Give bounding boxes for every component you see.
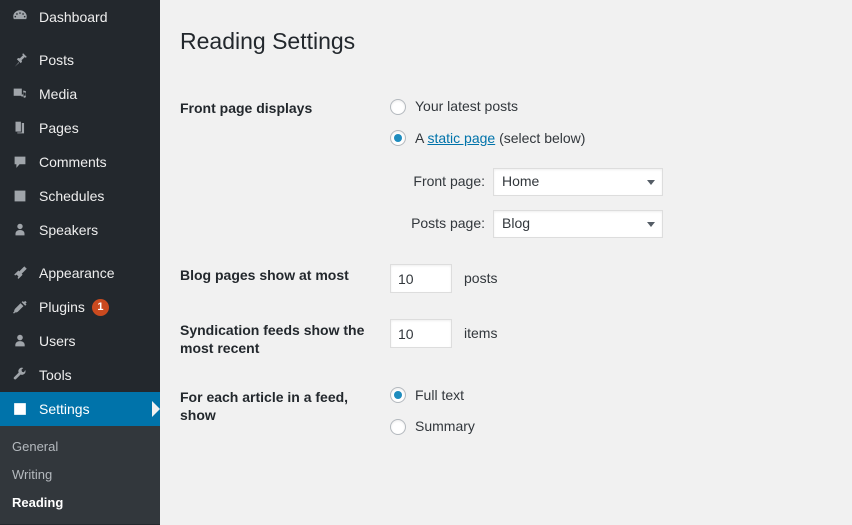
plugins-update-badge: 1: [91, 298, 109, 316]
radio-row-latest-posts[interactable]: Your latest posts: [390, 97, 830, 117]
sidebar-item-comments[interactable]: Comments: [0, 145, 160, 179]
sidebar-item-label: Dashboard: [39, 9, 108, 25]
chevron-down-icon: [647, 221, 655, 227]
sidebar-item-label: Speakers: [39, 222, 99, 238]
sidebar-item-label: Pages: [39, 120, 79, 136]
page-title: Reading Settings: [180, 28, 356, 54]
static-page-suffix: (select below): [495, 129, 586, 146]
radio-summary[interactable]: [390, 418, 406, 435]
form-row-article-feed: For each article in a feed, show Full te…: [180, 373, 840, 450]
article-feed-label: For each article in a feed, show: [180, 388, 349, 423]
static-page-link[interactable]: static page: [427, 130, 495, 146]
radio-latest-posts[interactable]: [390, 98, 406, 115]
syndication-unit: items: [464, 324, 498, 341]
sidebar-item-label: Users: [39, 333, 76, 349]
radio-static-page-label[interactable]: A static page (select below): [415, 129, 585, 149]
syndication-label: Syndication feeds show the most recent: [180, 322, 365, 357]
radio-static-page[interactable]: [390, 130, 406, 147]
posts-page-select-label: Posts page:: [411, 215, 485, 232]
sidebar-item-speakers[interactable]: Speakers: [0, 213, 160, 247]
pin-icon: [10, 50, 30, 70]
blog-pages-label: Blog pages show at most: [180, 267, 349, 284]
sidebar-item-label: Tools: [39, 367, 72, 383]
sidebar-item-media[interactable]: Media: [0, 77, 160, 111]
blog-pages-row: posts: [390, 264, 830, 294]
sliders-icon: [10, 399, 30, 419]
sidebar-item-dashboard[interactable]: Dashboard: [0, 0, 160, 34]
wordpress-admin: Dashboard Posts Media Pages Comments Sch…: [0, 0, 852, 525]
sidebar-item-plugins[interactable]: Plugins 1: [0, 290, 160, 324]
front-page-displays-controls: Your latest posts A static page (select …: [390, 84, 840, 251]
radio-row-static-page[interactable]: A static page (select below): [390, 129, 830, 149]
radio-latest-posts-label[interactable]: Your latest posts: [415, 97, 518, 117]
comment-icon: [10, 152, 30, 172]
blog-pages-controls: posts: [390, 251, 840, 306]
media-icon: [10, 84, 30, 104]
wrench-icon: [10, 365, 30, 385]
sidebar-item-posts[interactable]: Posts: [0, 43, 160, 77]
sidebar-menu: Dashboard Posts Media Pages Comments Sch…: [0, 0, 160, 426]
pages-icon: [10, 118, 30, 138]
front-page-displays-label: Front page displays: [180, 100, 313, 116]
plug-icon: [10, 297, 30, 317]
sidebar-item-tools[interactable]: Tools: [0, 358, 160, 392]
brush-icon: [10, 263, 30, 283]
front-page-select-row: Front page: Home: [390, 168, 830, 197]
sidebar-item-label: Comments: [39, 154, 107, 170]
sidebar-item-label: Schedules: [39, 188, 105, 204]
sidebar-item-settings[interactable]: Settings: [0, 392, 160, 426]
user-icon: [10, 220, 30, 240]
static-page-prefix: A: [415, 129, 428, 146]
article-feed-controls: Full text Summary: [390, 373, 840, 450]
sidebar-item-appearance[interactable]: Appearance: [0, 256, 160, 290]
sidebar-item-label: Media: [39, 86, 78, 102]
admin-sidebar: Dashboard Posts Media Pages Comments Sch…: [0, 0, 160, 525]
posts-page-select-value: Blog: [502, 215, 531, 232]
front-page-select-value: Home: [502, 173, 540, 190]
sidebar-item-label: Appearance: [39, 265, 115, 281]
users-icon: [10, 331, 30, 351]
settings-submenu: General Writing Reading: [0, 426, 160, 524]
front-page-select-label: Front page:: [413, 173, 485, 190]
sidebar-item-pages[interactable]: Pages: [0, 111, 160, 145]
reading-settings-form: Front page displays Your latest posts A …: [180, 84, 840, 450]
submenu-item-reading[interactable]: Reading: [0, 489, 160, 517]
sidebar-item-schedules[interactable]: Schedules: [0, 179, 160, 213]
static-page-selects: Front page: Home Posts page: Blog: [390, 168, 830, 239]
submenu-item-general[interactable]: General: [0, 433, 160, 461]
radio-row-summary[interactable]: Summary: [390, 417, 830, 437]
front-page-select[interactable]: Home: [493, 168, 663, 197]
radio-full-text-label[interactable]: Full text: [415, 386, 464, 406]
form-row-front-page-displays: Front page displays Your latest posts A …: [180, 84, 840, 251]
main-content: Reading Settings Front page displays You…: [160, 0, 852, 525]
chevron-down-icon: [647, 179, 655, 185]
form-row-syndication: Syndication feeds show the most recent i…: [180, 306, 840, 372]
dashboard-icon: [10, 7, 30, 27]
sidebar-item-label: Plugins: [39, 299, 85, 315]
blog-pages-input[interactable]: [390, 264, 452, 294]
sidebar-item-label: Posts: [39, 52, 75, 68]
posts-page-select-row: Posts page: Blog: [390, 210, 830, 239]
sidebar-item-label: Settings: [39, 401, 90, 417]
form-row-blog-pages: Blog pages show at most posts: [180, 251, 840, 306]
sidebar-item-users[interactable]: Users: [0, 324, 160, 358]
radio-summary-label[interactable]: Summary: [415, 417, 475, 437]
syndication-row: items: [390, 319, 830, 349]
syndication-input[interactable]: [390, 319, 452, 349]
calendar-icon: [10, 186, 30, 206]
syndication-controls: items: [390, 306, 840, 372]
posts-page-select[interactable]: Blog: [493, 210, 663, 239]
submenu-item-writing[interactable]: Writing: [0, 461, 160, 489]
blog-pages-unit: posts: [464, 269, 498, 286]
radio-row-full-text[interactable]: Full text: [390, 386, 830, 406]
radio-full-text[interactable]: [390, 387, 406, 404]
